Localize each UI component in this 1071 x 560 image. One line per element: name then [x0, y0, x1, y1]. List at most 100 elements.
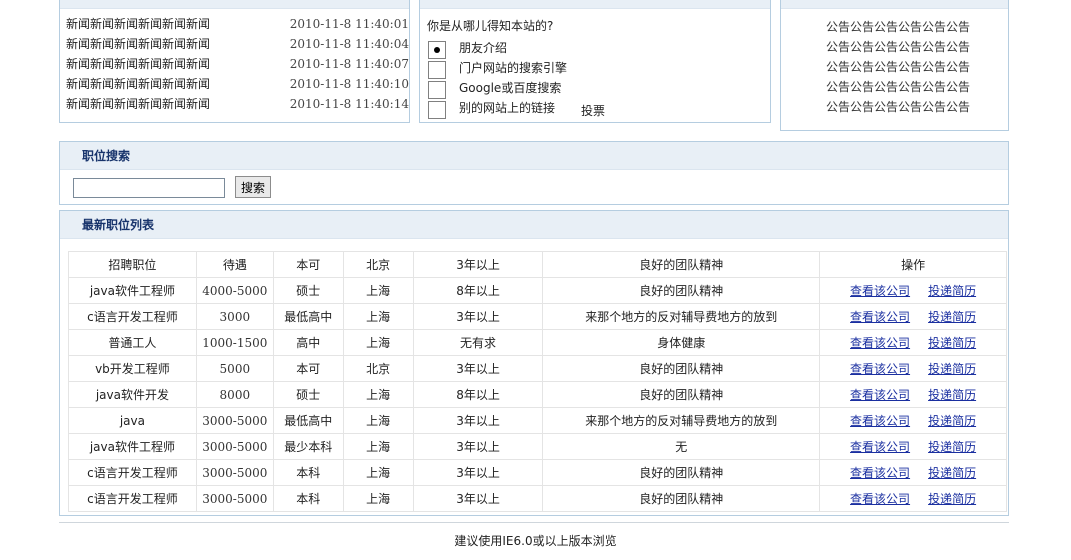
- salary-cell: 3000: [195, 303, 274, 330]
- experience-cell: 无有求: [412, 329, 544, 356]
- submit-resume-link[interactable]: 投递简历: [928, 362, 976, 376]
- submit-resume-link[interactable]: 投递简历: [928, 414, 976, 428]
- requirement-cell: 良好的团队精神: [542, 381, 821, 408]
- survey-option-label: Google或百度搜索: [459, 81, 562, 95]
- news-title[interactable]: 新闻新闻新闻新闻新闻新闻: [66, 54, 210, 74]
- notice-item[interactable]: 公告公告公告公告公告公告: [826, 37, 976, 57]
- news-title[interactable]: 新闻新闻新闻新闻新闻新闻: [66, 74, 210, 94]
- location-cell: 上海: [342, 433, 414, 460]
- job-search-title: 职位搜索: [60, 142, 1008, 170]
- column-header: 操作: [819, 251, 1007, 278]
- news-item[interactable]: 新闻新闻新闻新闻新闻新闻 2010-11-8 11:40:07: [66, 54, 409, 74]
- actions-cell: 查看该公司 投递简历: [819, 433, 1007, 460]
- news-title[interactable]: 新闻新闻新闻新闻新闻新闻: [66, 34, 210, 54]
- view-company-link[interactable]: 查看该公司: [850, 440, 910, 454]
- table-row: java 3000-5000 最低高中 上海 3年以上 来那个地方的反对辅导费地方的放到查…: [68, 407, 1007, 434]
- location-cell: 上海: [342, 381, 414, 408]
- salary-cell: 3000-5000: [195, 459, 274, 486]
- salary-cell: 5000: [195, 355, 274, 382]
- survey-question: 你是从哪儿得知本站的?: [427, 19, 554, 33]
- view-company-link[interactable]: 查看该公司: [850, 284, 910, 298]
- view-company-link[interactable]: 查看该公司: [850, 388, 910, 402]
- view-company-link[interactable]: 查看该公司: [850, 466, 910, 480]
- education-cell: 本科: [272, 459, 344, 486]
- education-cell: 最低高中: [272, 303, 344, 330]
- radio-button-selected[interactable]: [428, 41, 446, 59]
- radio-button[interactable]: [428, 81, 446, 99]
- survey-panel-header: [420, 0, 770, 9]
- submit-resume-link[interactable]: 投递简历: [928, 310, 976, 324]
- news-date: 2010-11-8 11:40:07: [289, 57, 409, 71]
- news-item[interactable]: 新闻新闻新闻新闻新闻新闻 2010-11-8 11:40:01: [66, 14, 409, 34]
- footer-divider: [59, 522, 1009, 523]
- location-cell: 上海: [342, 459, 414, 486]
- footer-text: 建议使用IE6.0或以上版本浏览: [454, 534, 617, 548]
- view-company-link[interactable]: 查看该公司: [850, 414, 910, 428]
- view-company-link[interactable]: 查看该公司: [850, 492, 910, 506]
- table-row: java软件开发 8000 硕士 上海 8年以上 良好的团队精神 查看该公司 投递简历: [68, 381, 1007, 408]
- notice-item[interactable]: 公告公告公告公告公告公告: [826, 97, 976, 117]
- survey-option-label: 门户网站的搜索引擎: [459, 61, 568, 75]
- news-panel: 新闻新闻新闻新闻新闻新闻 2010-11-8 11:40:01 新闻新闻新闻新闻…: [59, 0, 410, 123]
- experience-cell: 3年以上: [412, 303, 544, 330]
- notice-item[interactable]: 公告公告公告公告公告公告: [826, 77, 976, 97]
- news-item[interactable]: 新闻新闻新闻新闻新闻新闻 2010-11-8 11:40:10: [66, 74, 409, 94]
- submit-resume-link[interactable]: 投递简历: [928, 492, 976, 506]
- news-item[interactable]: 新闻新闻新闻新闻新闻新闻 2010-11-8 11:40:14: [66, 94, 409, 114]
- job-list-panel: 最新职位列表 招聘职位 待遇 本可 北京 3年以上 良好的团队精神 操作 jav…: [59, 210, 1009, 516]
- news-title[interactable]: 新闻新闻新闻新闻新闻新闻: [66, 94, 210, 114]
- table-row: java软件工程师 3000-5000 最少本科 上海 3年以上无 查看该公司 投递简历: [68, 433, 1007, 460]
- submit-resume-link[interactable]: 投递简历: [928, 440, 976, 454]
- submit-resume-link[interactable]: 投递简历: [928, 466, 976, 480]
- view-company-link[interactable]: 查看该公司: [850, 336, 910, 350]
- column-header: 良好的团队精神: [542, 251, 821, 278]
- job-title-cell: java: [68, 407, 197, 434]
- notice-panel-header: [781, 0, 1008, 9]
- column-header: 3年以上: [412, 251, 544, 278]
- actions-cell: 查看该公司 投递简历: [819, 381, 1007, 408]
- requirement-cell: 良好的团队精神: [542, 277, 821, 304]
- education-cell: 硕士: [272, 381, 344, 408]
- job-title-cell: java软件工程师: [68, 433, 197, 460]
- actions-cell: 查看该公司 投递简历: [819, 303, 1007, 330]
- table-row: c语言开发工程师 3000-5000 本科 上海 3年以上 良好的团队精神 查看该公司 投递简…: [68, 485, 1007, 512]
- vote-link[interactable]: 投票: [581, 102, 605, 119]
- notice-item[interactable]: 公告公告公告公告公告公告: [826, 17, 976, 37]
- survey-panel: 你是从哪儿得知本站的? 朋友介绍 门户网站的搜索引擎 Google或百度搜索 别…: [419, 0, 771, 123]
- view-company-link[interactable]: 查看该公司: [850, 362, 910, 376]
- search-button[interactable]: 搜索: [235, 176, 271, 198]
- actions-cell: 查看该公司 投递简历: [819, 329, 1007, 356]
- news-title[interactable]: 新闻新闻新闻新闻新闻新闻: [66, 14, 210, 34]
- news-panel-header: [60, 0, 409, 9]
- view-company-link[interactable]: 查看该公司: [850, 310, 910, 324]
- submit-resume-link[interactable]: 投递简历: [928, 284, 976, 298]
- notice-item[interactable]: 公告公告公告公告公告公告: [826, 57, 976, 77]
- location-cell: 上海: [342, 303, 414, 330]
- submit-resume-link[interactable]: 投递简历: [928, 336, 976, 350]
- search-input[interactable]: [73, 178, 225, 198]
- salary-cell: 3000-5000: [195, 485, 274, 512]
- experience-cell: 8年以上: [412, 381, 544, 408]
- notice-panel: 公告公告公告公告公告公告 公告公告公告公告公告公告 公告公告公告公告公告公告 公…: [780, 0, 1009, 131]
- experience-cell: 3年以上: [412, 459, 544, 486]
- job-title-cell: c语言开发工程师: [68, 459, 197, 486]
- submit-resume-link[interactable]: 投递简历: [928, 388, 976, 402]
- requirement-cell: 无: [542, 433, 821, 460]
- education-cell: 高中: [272, 329, 344, 356]
- news-date: 2010-11-8 11:40:04: [289, 37, 409, 51]
- job-title-cell: vb开发工程师: [68, 355, 197, 382]
- education-cell: 本可: [272, 355, 344, 382]
- column-header: 本可: [272, 251, 344, 278]
- experience-cell: 3年以上: [412, 407, 544, 434]
- actions-cell: 查看该公司 投递简历: [819, 355, 1007, 382]
- salary-cell: 1000-1500: [195, 329, 274, 356]
- education-cell: 最少本科: [272, 433, 344, 460]
- job-title-cell: 普通工人: [68, 329, 197, 356]
- news-item[interactable]: 新闻新闻新闻新闻新闻新闻 2010-11-8 11:40:04: [66, 34, 409, 54]
- news-date: 2010-11-8 11:40:14: [289, 97, 409, 111]
- survey-option-label: 朋友介绍: [459, 41, 508, 55]
- actions-cell: 查看该公司 投递简历: [819, 277, 1007, 304]
- radio-button[interactable]: [428, 61, 446, 79]
- location-cell: 上海: [342, 407, 414, 434]
- radio-button[interactable]: [428, 101, 446, 119]
